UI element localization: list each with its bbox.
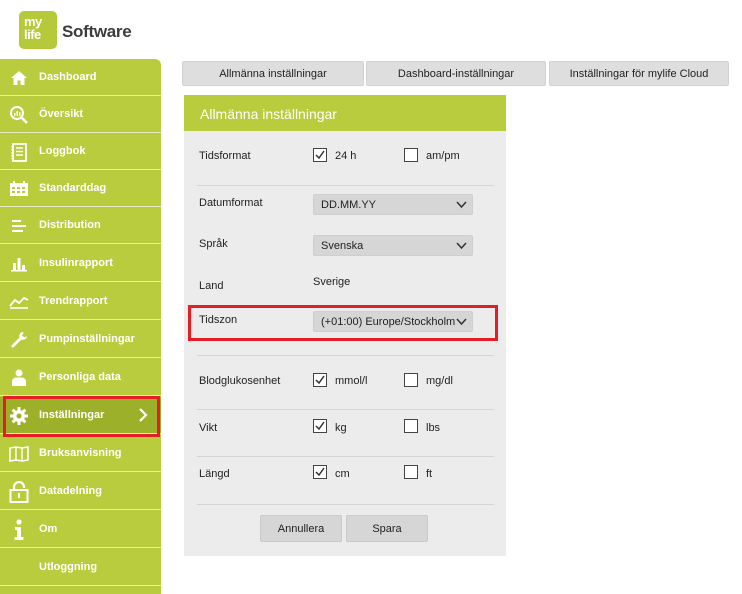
divider bbox=[197, 504, 494, 505]
chevron-down-icon bbox=[456, 241, 467, 250]
weight-kg-checkbox[interactable] bbox=[313, 419, 327, 433]
trend-icon bbox=[9, 292, 29, 312]
sidebar-item-label: Distribution bbox=[39, 219, 101, 231]
person-icon bbox=[9, 368, 29, 388]
sidebar: Dashboard Översikt Loggbok Standarddag D… bbox=[0, 59, 161, 594]
weight-label: Vikt bbox=[199, 422, 218, 434]
sidebar-item-label: Insulinrapport bbox=[39, 257, 113, 269]
sidebar-item-oversikt[interactable]: Översikt bbox=[0, 96, 161, 133]
height-label: Längd bbox=[199, 468, 230, 480]
distribution-icon bbox=[9, 216, 29, 236]
tab-allmanna-installningar[interactable]: Allmänna inställningar bbox=[182, 61, 364, 86]
home-icon bbox=[9, 68, 29, 88]
sidebar-item-om[interactable]: Om bbox=[0, 511, 161, 548]
date-format-select[interactable]: DD.MM.YY bbox=[313, 194, 473, 215]
weight-lbs-checkbox[interactable] bbox=[404, 419, 418, 433]
glucose-unit-label: Blodglukosenhet bbox=[199, 375, 281, 387]
glucose-mmol-checkbox[interactable] bbox=[313, 373, 327, 387]
save-button[interactable]: Spara bbox=[346, 515, 428, 542]
time-format-ampm-label: am/pm bbox=[426, 150, 460, 162]
weight-lbs-label: lbs bbox=[426, 422, 441, 434]
height-cm-label: cm bbox=[335, 468, 350, 480]
country-value: Sverige bbox=[313, 276, 351, 288]
logbook-icon bbox=[9, 142, 29, 162]
sidebar-item-label: Utloggning bbox=[39, 561, 98, 573]
divider bbox=[197, 355, 494, 356]
language-value: Svenska bbox=[321, 240, 364, 252]
height-cm-checkbox[interactable] bbox=[313, 465, 327, 479]
language-label: Språk bbox=[199, 238, 228, 250]
sidebar-item-loggbok[interactable]: Loggbok bbox=[0, 133, 161, 170]
country-label: Land bbox=[199, 280, 224, 292]
sidebar-item-dashboard[interactable]: Dashboard bbox=[0, 59, 161, 96]
time-format-ampm-checkbox[interactable] bbox=[404, 148, 418, 162]
time-format-24h-checkbox[interactable] bbox=[313, 148, 327, 162]
lock-icon bbox=[9, 481, 29, 503]
divider bbox=[197, 456, 494, 457]
info-icon bbox=[9, 519, 29, 540]
sidebar-item-label: Dashboard bbox=[39, 71, 97, 83]
sidebar-item-utloggning[interactable]: Utloggning bbox=[0, 549, 161, 586]
divider bbox=[197, 185, 494, 186]
weight-kg-label: kg bbox=[335, 422, 347, 434]
sidebar-item-label: Datadelning bbox=[39, 485, 102, 497]
panel-title: Allmänna inställningar bbox=[184, 95, 506, 131]
date-format-label: Datumformat bbox=[199, 197, 263, 209]
sidebar-item-datadelning[interactable]: Datadelning bbox=[0, 473, 161, 510]
tab-mylife-cloud[interactable]: Inställningar för mylife Cloud bbox=[549, 61, 729, 86]
sidebar-item-label: Standarddag bbox=[39, 182, 107, 194]
sidebar-item-standarddag[interactable]: Standarddag bbox=[0, 170, 161, 207]
sidebar-item-label: Trendrapport bbox=[39, 295, 108, 307]
height-ft-checkbox[interactable] bbox=[404, 465, 418, 479]
height-ft-label: ft bbox=[426, 468, 433, 480]
highlight-installningar bbox=[3, 396, 160, 437]
sidebar-item-pumpinstallningar[interactable]: Pumpinställningar bbox=[0, 321, 161, 358]
sidebar-item-insulinrapport[interactable]: Insulinrapport bbox=[0, 245, 161, 282]
tab-dashboard-installningar[interactable]: Dashboard-inställningar bbox=[366, 61, 546, 86]
sidebar-item-label: Om bbox=[39, 523, 58, 535]
sidebar-item-label: Bruksanvisning bbox=[39, 447, 122, 459]
cancel-button[interactable]: Annullera bbox=[260, 515, 342, 542]
time-format-24h-label: 24 h bbox=[335, 150, 357, 162]
bar-chart-icon bbox=[9, 254, 29, 274]
logo-text-life: life bbox=[24, 27, 41, 42]
glucose-mgdl-label: mg/dl bbox=[426, 375, 453, 387]
brand-name: Software bbox=[62, 22, 132, 41]
sidebar-item-label: Pumpinställningar bbox=[39, 333, 135, 345]
glucose-mgdl-checkbox[interactable] bbox=[404, 373, 418, 387]
calendar-icon bbox=[9, 179, 29, 199]
sidebar-item-bruksanvisning[interactable]: Bruksanvisning bbox=[0, 435, 161, 472]
sidebar-item-distribution[interactable]: Distribution bbox=[0, 207, 161, 244]
sidebar-item-label: Översikt bbox=[39, 108, 84, 120]
mylife-logo: my life bbox=[19, 11, 57, 49]
highlight-timezone bbox=[188, 305, 498, 341]
glucose-mmol-label: mmol/l bbox=[335, 375, 368, 387]
overview-icon bbox=[9, 105, 29, 125]
date-format-value: DD.MM.YY bbox=[321, 199, 376, 211]
divider bbox=[197, 409, 494, 410]
time-format-label: Tidsformat bbox=[199, 150, 251, 162]
map-book-icon bbox=[9, 444, 29, 464]
wrench-icon bbox=[9, 330, 29, 350]
sidebar-item-label: Loggbok bbox=[39, 145, 86, 157]
language-select[interactable]: Svenska bbox=[313, 235, 473, 256]
sidebar-item-personliga-data[interactable]: Personliga data bbox=[0, 359, 161, 396]
chevron-down-icon bbox=[456, 200, 467, 209]
sidebar-item-label: Personliga data bbox=[39, 371, 121, 383]
sidebar-item-trendrapport[interactable]: Trendrapport bbox=[0, 283, 161, 320]
